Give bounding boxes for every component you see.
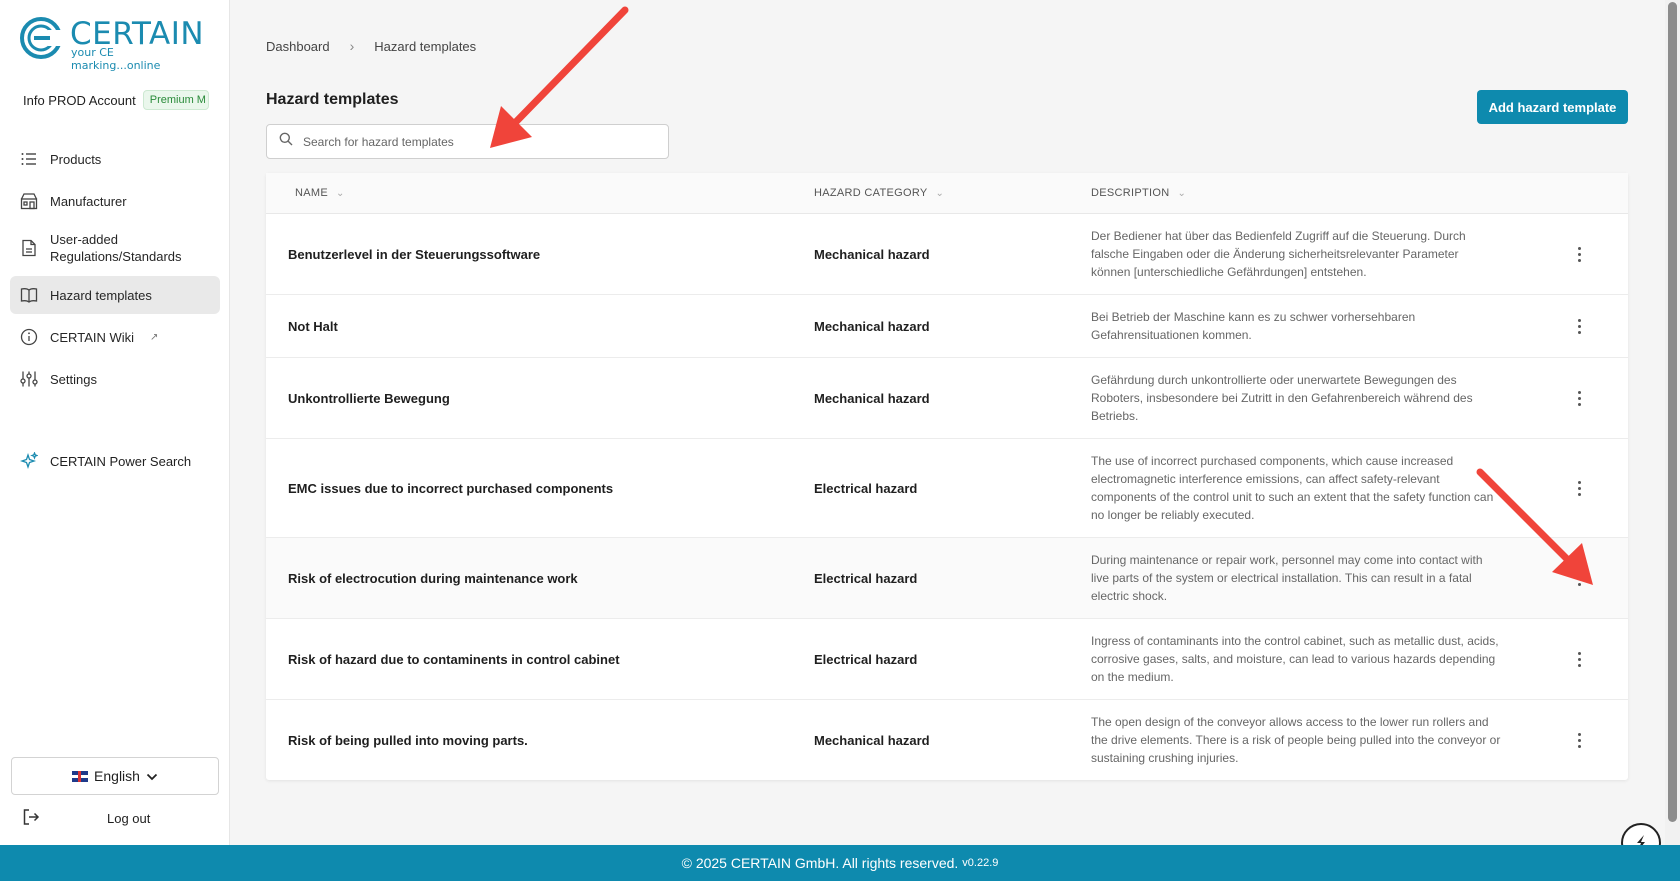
chevron-down-icon xyxy=(146,768,158,784)
row-menu-icon[interactable] xyxy=(1571,244,1589,264)
logo-tagline: your CE marking...online xyxy=(71,46,161,72)
breadcrumb-dashboard[interactable]: Dashboard xyxy=(266,39,330,54)
row-description: Der Bediener hat über das Bedienfeld Zug… xyxy=(1091,229,1466,279)
sidebar-item-regulations[interactable]: User-added Regulations/Standards xyxy=(10,224,220,272)
logo-icon xyxy=(20,17,66,59)
row-category: Mechanical hazard xyxy=(814,732,930,748)
row-name: EMC issues due to incorrect purchased co… xyxy=(288,480,614,496)
sidebar-item-hazard-templates[interactable]: Hazard templates xyxy=(10,276,220,314)
scrollbar[interactable] xyxy=(1665,0,1680,845)
table-row[interactable]: Risk of being pulled into moving parts. … xyxy=(266,700,1628,780)
row-menu-icon[interactable] xyxy=(1571,388,1589,408)
table-row[interactable]: Not Halt Mechanical hazard Bei Betrieb d… xyxy=(266,295,1628,358)
row-category: Electrical hazard xyxy=(814,570,918,586)
table-header: NAME ⌄ HAZARD CATEGORY ⌄ DESCRIPTION ⌄ xyxy=(266,173,1628,214)
row-category: Mechanical hazard xyxy=(814,390,930,406)
sidebar-item-products[interactable]: Products xyxy=(10,140,220,178)
plan-badge: Premium M xyxy=(142,90,209,110)
row-menu-icon[interactable] xyxy=(1571,649,1589,669)
row-menu-icon[interactable] xyxy=(1571,730,1589,750)
sidebar-item-label: CERTAIN Wiki xyxy=(50,329,135,345)
table-row[interactable]: Risk of hazard due to contaminents in co… xyxy=(266,619,1628,700)
book-icon xyxy=(20,286,38,304)
table-row[interactable]: EMC issues due to incorrect purchased co… xyxy=(266,439,1628,538)
hazard-templates-table: NAME ⌄ HAZARD CATEGORY ⌄ DESCRIPTION ⌄ B… xyxy=(266,173,1628,780)
search-icon xyxy=(279,132,293,151)
page-title: Hazard templates xyxy=(266,91,399,108)
column-header-name[interactable]: NAME ⌄ xyxy=(266,187,814,199)
account-info: Info PROD Account Premium M xyxy=(23,90,209,110)
sidebar-item-label: Settings xyxy=(50,371,97,387)
row-description: The use of incorrect purchased component… xyxy=(1091,454,1494,522)
logout-label: Log out xyxy=(107,811,151,826)
logout-button[interactable]: Log out xyxy=(22,808,202,829)
row-description: Bei Betrieb der Maschine kann es zu schw… xyxy=(1091,310,1416,342)
list-icon xyxy=(20,150,38,168)
row-menu-icon[interactable] xyxy=(1571,478,1589,498)
logout-icon xyxy=(22,808,40,829)
add-hazard-template-button[interactable]: Add hazard template xyxy=(1477,90,1628,124)
external-link-icon: ↗ xyxy=(150,331,159,343)
row-description: Gefährdung durch unkontrollierte oder un… xyxy=(1091,373,1473,423)
language-label: English xyxy=(94,768,140,784)
breadcrumb-separator-icon: › xyxy=(349,38,355,54)
account-name: Info PROD Account xyxy=(23,92,136,108)
column-header-description[interactable]: DESCRIPTION ⌄ xyxy=(1091,187,1186,199)
row-description: During maintenance or repair work, perso… xyxy=(1091,553,1483,603)
sparkles-icon xyxy=(20,452,38,470)
row-name: Risk of electrocution during maintenance… xyxy=(288,570,578,586)
row-name: Risk of hazard due to contaminents in co… xyxy=(288,651,620,667)
row-description: Ingress of contaminants into the control… xyxy=(1091,634,1499,684)
column-header-category[interactable]: HAZARD CATEGORY ⌄ xyxy=(814,187,1091,199)
info-icon xyxy=(20,328,38,346)
sidebar: CERTAIN your CE marking...online Info PR… xyxy=(0,0,230,845)
row-category: Electrical hazard xyxy=(814,480,918,496)
breadcrumb: Dashboard › Hazard templates xyxy=(266,38,476,54)
sidebar-item-settings[interactable]: Settings xyxy=(10,360,220,398)
scrollbar-thumb[interactable] xyxy=(1668,2,1677,822)
sidebar-item-label: Hazard templates xyxy=(50,287,152,303)
row-category: Mechanical hazard xyxy=(814,318,930,334)
row-menu-icon[interactable] xyxy=(1571,316,1589,336)
row-category: Electrical hazard xyxy=(814,651,918,667)
column-header-label: HAZARD CATEGORY xyxy=(814,187,928,199)
breadcrumb-current: Hazard templates xyxy=(374,38,477,54)
search-field[interactable] xyxy=(266,124,669,159)
row-name: Risk of being pulled into moving parts. xyxy=(288,732,528,748)
row-name: Benutzerlevel in der Steuerungssoftware xyxy=(288,246,541,262)
power-search-label: CERTAIN Power Search xyxy=(50,453,192,469)
factory-icon xyxy=(20,192,38,210)
table-row[interactable]: Benutzerlevel in der Steuerungssoftware … xyxy=(266,214,1628,295)
footer-version: v0.22.9 xyxy=(962,857,999,869)
sort-icon[interactable]: ⌄ xyxy=(936,188,945,199)
sliders-icon xyxy=(20,370,38,388)
search-input[interactable] xyxy=(303,134,643,149)
table-row[interactable]: Unkontrollierte Bewegung Mechanical haza… xyxy=(266,358,1628,439)
table-row[interactable]: Risk of electrocution during maintenance… xyxy=(266,538,1628,619)
column-header-label: DESCRIPTION xyxy=(1091,187,1170,199)
language-select[interactable]: English xyxy=(11,757,219,795)
power-search-link[interactable]: CERTAIN Power Search xyxy=(20,452,191,470)
sidebar-item-label: Manufacturer xyxy=(50,193,127,209)
uk-flag-icon xyxy=(72,770,89,782)
sidebar-item-certain-wiki[interactable]: CERTAIN Wiki ↗ xyxy=(10,318,220,356)
footer: © 2025 CERTAIN GmbH. All rights reserved… xyxy=(0,845,1680,881)
column-header-label: NAME xyxy=(295,187,328,199)
sort-icon[interactable]: ⌄ xyxy=(1177,188,1186,199)
sidebar-item-manufacturer[interactable]: Manufacturer xyxy=(10,182,220,220)
footer-copyright: © 2025 CERTAIN GmbH. All rights reserved… xyxy=(681,855,959,871)
row-menu-icon[interactable] xyxy=(1571,568,1589,588)
row-description: The open design of the conveyor allows a… xyxy=(1091,715,1501,765)
row-name: Not Halt xyxy=(288,318,338,334)
sidebar-nav: Products Manufacturer User-added Regulat… xyxy=(10,140,220,402)
sort-icon[interactable]: ⌄ xyxy=(336,188,345,199)
document-icon xyxy=(20,239,38,257)
row-category: Mechanical hazard xyxy=(814,246,930,262)
sidebar-item-label: User-added Regulations/Standards xyxy=(50,232,182,264)
certain-logo[interactable]: CERTAIN your CE marking...online xyxy=(20,16,204,72)
sidebar-item-label: Products xyxy=(50,151,102,167)
row-name: Unkontrollierte Bewegung xyxy=(288,390,450,406)
